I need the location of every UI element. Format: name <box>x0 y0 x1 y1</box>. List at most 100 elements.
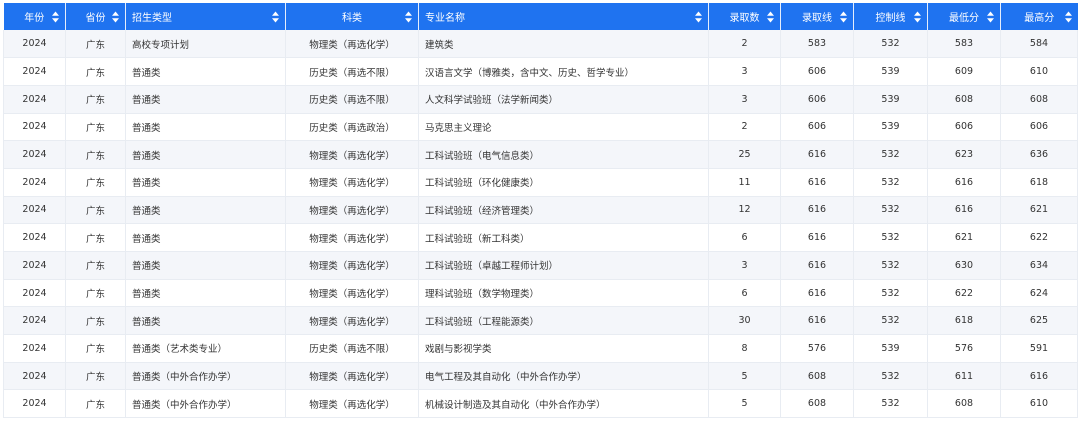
column-header-control-line[interactable]: 控制线 <box>853 3 928 30</box>
admission-scores-table: 年份 省份 招生类型 科类 专业名称 录取数 录取线 控制线 最低分 最高分 2024 广东 高校专项… <box>3 3 1078 419</box>
cell-year: 2024 <box>3 196 66 225</box>
cell-admit-count: 8 <box>708 334 781 363</box>
cell-major-name: 人文科学试验班（法学新闻类） <box>418 85 709 114</box>
cell-max-score: 621 <box>1000 196 1078 225</box>
cell-major-name: 工科试验班（工程能源类） <box>418 306 709 336</box>
sort-icon[interactable] <box>405 11 412 22</box>
cell-control-line: 532 <box>853 168 928 197</box>
column-header-label: 省份 <box>85 13 106 24</box>
sort-icon[interactable] <box>1064 11 1072 22</box>
cell-major-name: 戏剧与影视学类 <box>418 334 709 363</box>
cell-min-score: 630 <box>927 251 1001 280</box>
cell-subject-category: 物理类（再选化学） <box>285 306 419 336</box>
cell-enroll-type: 普通类 <box>125 85 286 114</box>
cell-admit-count: 6 <box>708 223 781 252</box>
cell-control-line: 532 <box>853 30 928 59</box>
cell-max-score: 636 <box>1000 140 1078 169</box>
cell-year: 2024 <box>3 223 66 252</box>
cell-enroll-type: 普通类（中外合作办学） <box>125 389 286 419</box>
cell-min-score: 621 <box>927 223 1001 252</box>
cell-province: 广东 <box>65 306 126 336</box>
column-header-enroll-type[interactable]: 招生类型 <box>125 3 286 30</box>
cell-subject-category: 物理类（再选化学） <box>285 168 419 197</box>
column-header-admit-line[interactable]: 录取线 <box>780 3 854 30</box>
cell-subject-category: 物理类（再选化学） <box>285 251 419 280</box>
table-row: 2024 广东 普通类 物理类（再选化学） 工科试验班（卓越工程师计划） 3 616 532 6… <box>3 251 1078 280</box>
cell-admit-count: 2 <box>708 113 781 142</box>
sort-icon[interactable] <box>52 11 59 22</box>
cell-admit-count: 3 <box>708 251 781 280</box>
cell-subject-category: 物理类（再选化学） <box>285 362 419 391</box>
cell-admit-line: 616 <box>780 168 854 197</box>
cell-control-line: 532 <box>853 306 928 336</box>
cell-min-score: 611 <box>927 362 1001 391</box>
column-header-max-score[interactable]: 最高分 <box>1000 3 1078 30</box>
sort-icon[interactable] <box>914 11 921 22</box>
table-row: 2024 广东 普通类 物理类（再选化学） 理科试验班（数学物理类） 6 616 532 622… <box>3 279 1078 308</box>
cell-min-score: 609 <box>927 57 1001 86</box>
column-header-label: 招生类型 <box>132 13 172 24</box>
cell-year: 2024 <box>3 140 66 169</box>
cell-province: 广东 <box>65 251 126 280</box>
cell-province: 广东 <box>65 279 126 308</box>
cell-admit-line: 616 <box>780 306 854 336</box>
cell-province: 广东 <box>65 334 126 363</box>
table-row: 2024 广东 普通类 物理类（再选化学） 工科试验班（环化健康类） 11 616 532 61… <box>3 168 1078 197</box>
cell-admit-count: 25 <box>708 140 781 169</box>
cell-major-name: 机械设计制造及其自动化（中外合作办学） <box>418 389 709 419</box>
cell-enroll-type: 高校专项计划 <box>125 30 286 59</box>
cell-enroll-type: 普通类 <box>125 251 286 280</box>
column-header-min-score[interactable]: 最低分 <box>927 3 1001 30</box>
cell-max-score: 591 <box>1000 334 1078 363</box>
sort-icon[interactable] <box>987 11 994 22</box>
cell-year: 2024 <box>3 85 66 114</box>
cell-province: 广东 <box>65 113 126 142</box>
cell-enroll-type: 普通类 <box>125 223 286 252</box>
table-row: 2024 广东 普通类 物理类（再选化学） 工科试验班（电气信息类） 25 616 532 62… <box>3 140 1078 169</box>
table-row: 2024 广东 高校专项计划 物理类（再选化学） 建筑类 2 583 532 583 584 <box>3 30 1078 59</box>
cell-subject-category: 物理类（再选化学） <box>285 279 419 308</box>
cell-enroll-type: 普通类（艺术类专业） <box>125 334 286 363</box>
cell-year: 2024 <box>3 168 66 197</box>
cell-province: 广东 <box>65 85 126 114</box>
cell-admit-count: 12 <box>708 196 781 225</box>
cell-subject-category: 历史类（再选不限） <box>285 85 419 114</box>
cell-admit-line: 616 <box>780 223 854 252</box>
cell-year: 2024 <box>3 113 66 142</box>
column-header-subject-category[interactable]: 科类 <box>285 3 419 30</box>
cell-control-line: 532 <box>853 251 928 280</box>
cell-year: 2024 <box>3 279 66 308</box>
table-row: 2024 广东 普通类 物理类（再选化学） 工科试验班（工程能源类） 30 616 532 61… <box>3 306 1078 336</box>
cell-control-line: 532 <box>853 140 928 169</box>
cell-control-line: 532 <box>853 389 928 419</box>
cell-year: 2024 <box>3 57 66 86</box>
sort-icon[interactable] <box>840 11 847 22</box>
cell-admit-line: 616 <box>780 140 854 169</box>
cell-admit-line: 576 <box>780 334 854 363</box>
column-header-year[interactable]: 年份 <box>3 3 66 30</box>
cell-year: 2024 <box>3 306 66 336</box>
cell-major-name: 工科试验班（卓越工程师计划） <box>418 251 709 280</box>
column-header-province[interactable]: 省份 <box>65 3 126 30</box>
cell-admit-line: 606 <box>780 85 854 114</box>
column-header-major-name[interactable]: 专业名称 <box>418 3 709 30</box>
sort-icon[interactable] <box>112 11 119 22</box>
cell-admit-line: 608 <box>780 362 854 391</box>
sort-icon[interactable] <box>695 11 702 22</box>
cell-min-score: 583 <box>927 30 1001 59</box>
cell-province: 广东 <box>65 57 126 86</box>
table-row: 2024 广东 普通类 物理类（再选化学） 工科试验班（新工科类） 6 616 532 621 6… <box>3 223 1078 252</box>
table-row: 2024 广东 普通类 历史类（再选不限） 汉语言文学（博雅类，含中文、历史、哲学专业）… <box>3 57 1078 86</box>
cell-subject-category: 物理类（再选化学） <box>285 389 419 419</box>
cell-year: 2024 <box>3 389 66 419</box>
cell-admit-line: 616 <box>780 279 854 308</box>
cell-control-line: 532 <box>853 223 928 252</box>
column-header-admit-count[interactable]: 录取数 <box>708 3 781 30</box>
cell-admit-count: 3 <box>708 57 781 86</box>
cell-major-name: 建筑类 <box>418 30 709 59</box>
cell-max-score: 610 <box>1000 57 1078 86</box>
sort-icon[interactable] <box>272 11 279 22</box>
sort-icon[interactable] <box>767 11 774 22</box>
cell-enroll-type: 普通类（中外合作办学） <box>125 362 286 391</box>
cell-enroll-type: 普通类 <box>125 57 286 86</box>
